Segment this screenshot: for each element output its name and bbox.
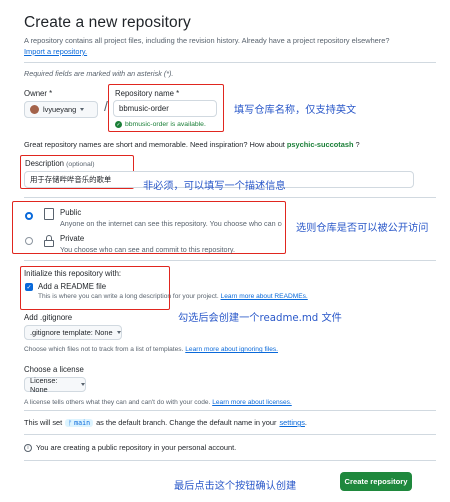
gitignore-select-value: .gitignore template: None [30,328,113,337]
license-select-value: License: None [30,375,58,394]
description-label: Description (optional) [25,159,95,168]
annotation-readme: 勾选后会创建一个readme.md 文件 [178,313,342,324]
readme-description: This is where you can write a long descr… [38,293,308,300]
check-circle-icon: ✓ [115,121,122,128]
readme-checkbox[interactable]: ✓ [25,283,33,291]
branch-note-end: . [304,418,307,427]
public-description: Anyone on the internet can see this repo… [60,219,282,228]
name-hint-text: Great repository names are short and mem… [24,140,285,149]
annotation-name: 填写仓库名称，仅支持英文 [234,105,357,116]
license-learn-more-link[interactable]: Learn more about licenses. [212,399,292,406]
owner-label: Owner * [24,89,53,98]
private-description: You choose who can see and commit to thi… [60,245,235,254]
divider [24,62,436,63]
gitignore-description: Choose which files not to track from a l… [24,346,278,353]
public-account-note: i You are creating a public repository i… [24,443,236,452]
readme-description-text: This is where you can write a long descr… [38,293,219,300]
availability-text: bbmusic-order is available. [125,121,206,128]
required-note: Required fields are marked with an aster… [24,69,174,78]
gitignore-description-text: Choose which files not to track from a l… [24,346,184,353]
private-label: Private [60,234,85,243]
branch-badge: ᚠ main [65,418,94,427]
chevron-down-icon [80,108,85,111]
page-title: Create a new repository [24,14,191,31]
name-hint: Great repository names are short and mem… [24,140,360,149]
private-radio[interactable] [25,237,33,245]
divider [24,410,436,411]
name-suggestion[interactable]: psychic-succotash [287,140,354,149]
owner-select[interactable]: lvyueyang [24,101,98,118]
public-label: Public [60,208,82,217]
globe-icon [44,208,54,220]
annotation-visibility: 选则仓库是否可以被公开访问 [296,223,429,234]
initialize-title: Initialize this repository with: [24,269,122,278]
import-repository-link[interactable]: Import a repository. [24,47,87,56]
gitignore-select[interactable]: .gitignore template: None [24,325,122,340]
branch-note-post: as the default branch. Change the defaul… [96,418,277,427]
owner-value: lvyueyang [43,105,77,114]
annotation-description: 非必须，可以填写一个描述信息 [143,181,286,192]
repo-name-input[interactable]: bbmusic-order [113,100,217,117]
description-label-text: Description [25,159,64,168]
license-select[interactable]: License: None [24,375,86,394]
annotation-create: 最后点击这个按钮确认创建 [174,481,297,492]
divider [24,197,436,198]
description-optional: (optional) [66,161,95,168]
name-hint-end: ? [355,140,360,149]
gitignore-title: Add .gitignore [24,313,73,322]
divider [24,434,436,435]
readme-label: Add a README file [38,282,107,291]
license-description: A license tells others what they can and… [24,399,292,406]
license-description-text: A license tells others what they can and… [24,399,211,406]
gitignore-learn-more-link[interactable]: Learn more about ignoring files. [185,346,278,353]
license-title: Choose a license [24,365,84,374]
branch-note-pre: This will set [24,418,63,427]
branch-icon: ᚠ [68,418,73,427]
lock-icon [44,235,54,247]
public-radio[interactable] [25,212,33,220]
info-icon: i [24,443,32,452]
availability-status: ✓ bbmusic-order is available. [115,121,206,128]
avatar [30,105,39,114]
info-note-text: You are creating a public repository in … [36,443,237,452]
branch-name: main [74,418,91,427]
divider [24,260,436,261]
default-branch-note: This will set ᚠ main as the default bran… [24,418,307,427]
page-description-text: A repository contains all project files,… [24,36,390,45]
page-description: A repository contains all project files,… [24,35,444,57]
create-repository-button[interactable]: Create repository [340,472,412,491]
repo-name-label: Repository name * [115,89,180,98]
settings-link[interactable]: settings [279,418,304,427]
chevron-down-icon [81,383,85,386]
divider [24,460,436,461]
chevron-down-icon [116,331,121,334]
readme-learn-more-link[interactable]: Learn more about READMEs. [221,293,308,300]
